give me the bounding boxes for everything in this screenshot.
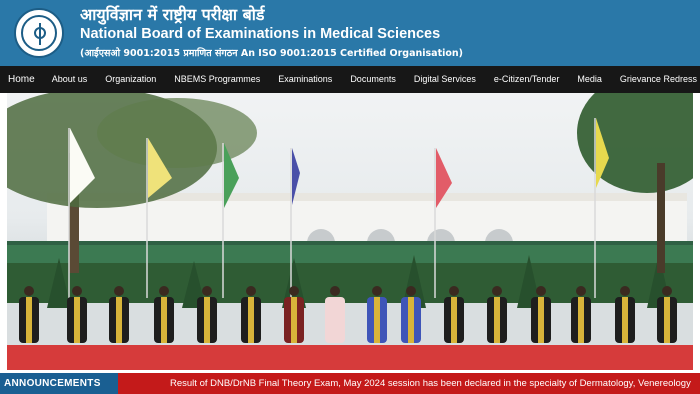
nbems-logo[interactable] [14,8,64,58]
hedge [7,263,693,303]
hero-left-gutter [0,93,7,370]
main-nav: Home About us Organization NBEMS Program… [0,66,700,93]
logo-ring [21,15,57,51]
red-carpet [7,345,693,370]
hero-banner-image[interactable] [7,93,693,370]
building-wall [47,198,687,248]
nav-nbems-programmes[interactable]: NBEMS Programmes [165,66,269,93]
nav-digital-services[interactable]: Digital Services [405,66,485,93]
nav-about-us[interactable]: About us [43,66,97,93]
site-header: आयुर्विज्ञान में राष्ट्रीय परीक्षा बोर्ड… [0,0,700,66]
announcements-label: ANNOUNCEMENTS [0,373,118,394]
nav-examinations[interactable]: Examinations [269,66,341,93]
hero-right-gutter [693,93,700,370]
english-title: National Board of Examinations in Medica… [80,26,441,42]
nav-media[interactable]: Media [568,66,611,93]
nav-e-citizen-tender[interactable]: e-Citizen/Tender [485,66,569,93]
convocation-photo [7,93,693,370]
hindi-title: आयुर्विज्ञान में राष्ट्रीय परीक्षा बोर्ड [80,5,265,24]
green-railing [7,243,693,265]
iso-certification: (आईएसओ 9001:2015 प्रमाणित संगठन An ISO 9… [80,48,464,59]
announcement-ticker[interactable]: Result of DNB/DrNB Final Theory Exam, Ma… [170,373,700,394]
nav-home[interactable]: Home [0,66,43,93]
nav-organization[interactable]: Organization [96,66,165,93]
emblem-icon [34,27,46,39]
nav-documents[interactable]: Documents [341,66,405,93]
nav-grievance-redress[interactable]: Grievance Redress [611,66,700,93]
